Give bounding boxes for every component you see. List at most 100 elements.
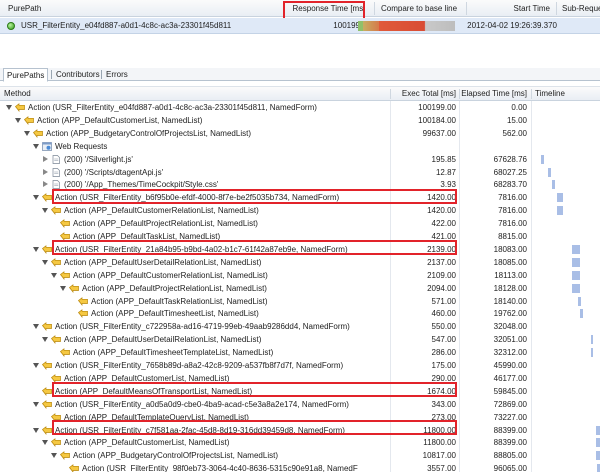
column-header-start-time[interactable]: Start Time	[470, 0, 554, 17]
expanded-twisty-icon[interactable]	[24, 130, 31, 137]
tree-row[interactable]: Action (APP_DefaultCustomerRelationList,…	[0, 204, 600, 217]
tree-row[interactable]: Action (USR_FilterEntity_a0d5a0d9-cbe0-4…	[0, 398, 600, 411]
tree-row[interactable]: Action (APP_DefaultProjectRelationList, …	[0, 217, 600, 230]
expanded-twisty-icon[interactable]	[33, 427, 40, 434]
tree-row-elapsed-time: 88805.00	[493, 451, 527, 461]
expanded-twisty-icon[interactable]	[42, 336, 49, 343]
column-header-response-time[interactable]: Response Time [ms]	[288, 0, 370, 17]
tree-row[interactable]: (200) '/Scripts/dtagentApi.js' 12.87 68027…	[0, 166, 600, 179]
expanded-twisty-icon[interactable]	[15, 117, 22, 124]
column-separator[interactable]	[466, 2, 467, 15]
tree-row[interactable]: Action (APP_DefaultUserDetailRelationLis…	[0, 333, 600, 346]
column-header-timeline[interactable]: Timeline	[535, 87, 565, 101]
collapsed-twisty-icon[interactable]	[42, 155, 49, 163]
column-header-compare[interactable]: Compare to base line	[377, 0, 467, 17]
expanded-twisty-icon[interactable]	[33, 143, 40, 150]
tree-row-elapsed-time: 88399.00	[493, 425, 527, 435]
tab-contributors[interactable]: Contributors	[53, 68, 103, 81]
column-separator[interactable]	[283, 2, 284, 15]
expanded-twisty-icon[interactable]	[33, 401, 40, 408]
column-header-purepath[interactable]: PurePath	[4, 0, 274, 17]
tree-row-elapsed-time: 0.00	[511, 103, 527, 112]
tree-row-label: Action (APP_DefaultCustomerList, NamedLi…	[64, 438, 230, 448]
collapsed-twisty-icon[interactable]	[42, 181, 49, 188]
tree-row[interactable]: Action (APP_DefaultUserDetailRelationLis…	[0, 256, 600, 269]
expanded-twisty-icon[interactable]	[6, 104, 13, 111]
column-separator[interactable]	[390, 89, 391, 99]
purepath-start-time: 2012-04-02 19:26:39.370	[467, 21, 557, 30]
purepath-row-selected[interactable]: USR_FilterEntity_e04fd887-a0d1-4c8c-ac3a…	[0, 18, 600, 34]
action-icon	[51, 335, 61, 345]
tree-row-elapsed-time: 18085.00	[493, 257, 527, 267]
column-separator[interactable]	[556, 2, 557, 15]
tree-row[interactable]: Action (USR_FilterEntity_21a84b95-b9bd-4…	[0, 243, 600, 256]
column-separator[interactable]	[531, 89, 532, 99]
expanded-twisty-icon[interactable]	[42, 259, 49, 266]
tree-row-exec-total: 1420.00	[427, 193, 456, 203]
tree-row-elapsed-time: 32048.00	[493, 322, 527, 332]
tree-row-label: Action (USR_FilterEntity_c722958a-ad16-4…	[55, 322, 350, 332]
tree-row-label: Action (APP_DefaultCustomerList, NamedLi…	[64, 373, 230, 383]
purepath-tree[interactable]: Action (USR_FilterEntity_e04fd887-a0d1-4…	[0, 101, 600, 472]
tree-row-exec-total	[392, 140, 456, 153]
tree-row[interactable]: Action (APP_DefaultCustomerList, NamedLi…	[0, 372, 600, 385]
tree-row[interactable]: Action (USR_FilterEntity_7658b89d-a8a2-4…	[0, 359, 600, 372]
tab-divider	[51, 70, 52, 79]
tree-row[interactable]: Action (APP_DefaultTimesheetList, NamedL…	[0, 307, 600, 320]
expanded-twisty-icon[interactable]	[51, 272, 58, 279]
tree-row-label: Action (APP_DefaultTimesheetList, NamedL…	[91, 309, 259, 319]
tree-row-label: Action (APP_DefaultUserDetailRelationLis…	[64, 257, 262, 267]
tree-row[interactable]: Action (APP_DefaultMeansOfTransportList,…	[0, 385, 600, 398]
column-separator[interactable]	[459, 89, 460, 99]
tree-row[interactable]: Action (APP_DefaultTimesheetTemplateList…	[0, 346, 600, 359]
tree-row[interactable]: Action (USR_FilterEntity_c7f581aa-2fac-4…	[0, 424, 600, 437]
tree-row[interactable]: (200) '/App_Themes/TimeCockpit/Style.css…	[0, 178, 600, 191]
tree-row[interactable]: Action (APP_DefaultTemplateQueryList, Na…	[0, 411, 600, 424]
expanded-twisty-icon[interactable]	[60, 285, 67, 292]
tree-row-exec-total: 12.87	[435, 167, 456, 177]
tree-row-exec-total: 2139.00	[427, 244, 456, 254]
tree-row-exec-total: 3.93	[440, 180, 456, 190]
action-icon	[78, 309, 88, 319]
tree-row[interactable]: Web Requests	[0, 140, 600, 153]
column-header-elapsed-time[interactable]: Elapsed Time [ms]	[461, 87, 527, 101]
tree-row[interactable]: Action (APP_BudgetaryControlOfProjectsLi…	[0, 449, 600, 462]
expanded-twisty-icon[interactable]	[51, 452, 58, 459]
expanded-twisty-icon[interactable]	[33, 194, 40, 201]
tree-row-elapsed-time: 19762.00	[493, 309, 527, 319]
tree-row[interactable]: Action (APP_DefaultTaskRelationList, Nam…	[0, 295, 600, 308]
tree-row[interactable]: Action (USR_FilterEntity_e04fd887-a0d1-4…	[0, 101, 600, 114]
expanded-twisty-icon[interactable]	[33, 323, 40, 330]
expanded-twisty-icon[interactable]	[42, 439, 49, 446]
expanded-twisty-icon[interactable]	[33, 362, 40, 369]
tree-row[interactable]: Action (USR_FilterEntity_c722958a-ad16-4…	[0, 320, 600, 333]
tree-row[interactable]: Action (APP_BudgetaryControlOfProjectsLi…	[0, 127, 600, 140]
page-icon	[51, 180, 61, 190]
tree-row[interactable]: Action (USR_FilterEntity_b6f95b0e-efdf-4…	[0, 191, 600, 204]
tree-row[interactable]: (200) '/Silverlight.js' 195.85 67628.76	[0, 153, 600, 166]
tree-row-exec-total: 286.00	[431, 348, 456, 358]
expanded-twisty-icon[interactable]	[33, 246, 40, 253]
tree-row[interactable]: Action (APP_DefaultTaskList, NamedList) 4…	[0, 230, 600, 243]
column-header-exec-total[interactable]: Exec Total [ms]	[394, 87, 456, 101]
tree-row-elapsed-time: 32051.00	[493, 335, 527, 345]
column-header-method[interactable]: Method	[4, 87, 31, 101]
column-header-sub-requests[interactable]: Sub-Reque	[558, 0, 600, 17]
tree-row[interactable]: Action (APP_DefaultCustomerList, NamedLi…	[0, 114, 600, 127]
tree-row[interactable]: Action (APP_DefaultProjectRelationList, …	[0, 282, 600, 295]
collapsed-twisty-icon[interactable]	[42, 168, 49, 176]
tree-row-label: Action (APP_DefaultProjectRelationList, …	[82, 283, 267, 293]
tree-row[interactable]: Action (USR_FilterEntity_98f0eb73-3064-4…	[0, 462, 600, 472]
tab-errors[interactable]: Errors	[103, 68, 131, 81]
tree-row-label: Action (USR_FilterEntity_7658b89d-a8a2-4…	[55, 361, 344, 370]
column-separator[interactable]	[374, 2, 375, 15]
expanded-twisty-icon[interactable]	[42, 207, 49, 214]
tree-row-elapsed-time: 68027.25	[493, 167, 527, 177]
tree-row[interactable]: Action (APP_DefaultCustomerList, NamedLi…	[0, 436, 600, 449]
action-icon	[42, 322, 52, 332]
timeline-bar	[591, 348, 593, 358]
tab-purepaths[interactable]: PurePaths	[3, 68, 49, 82]
tree-row-exec-total: 460.00	[431, 309, 456, 319]
tree-row[interactable]: Action (APP_DefaultCustomerRelationList,…	[0, 269, 600, 282]
tree-row-label: Action (APP_DefaultMeansOfTransportList,…	[55, 386, 253, 396]
